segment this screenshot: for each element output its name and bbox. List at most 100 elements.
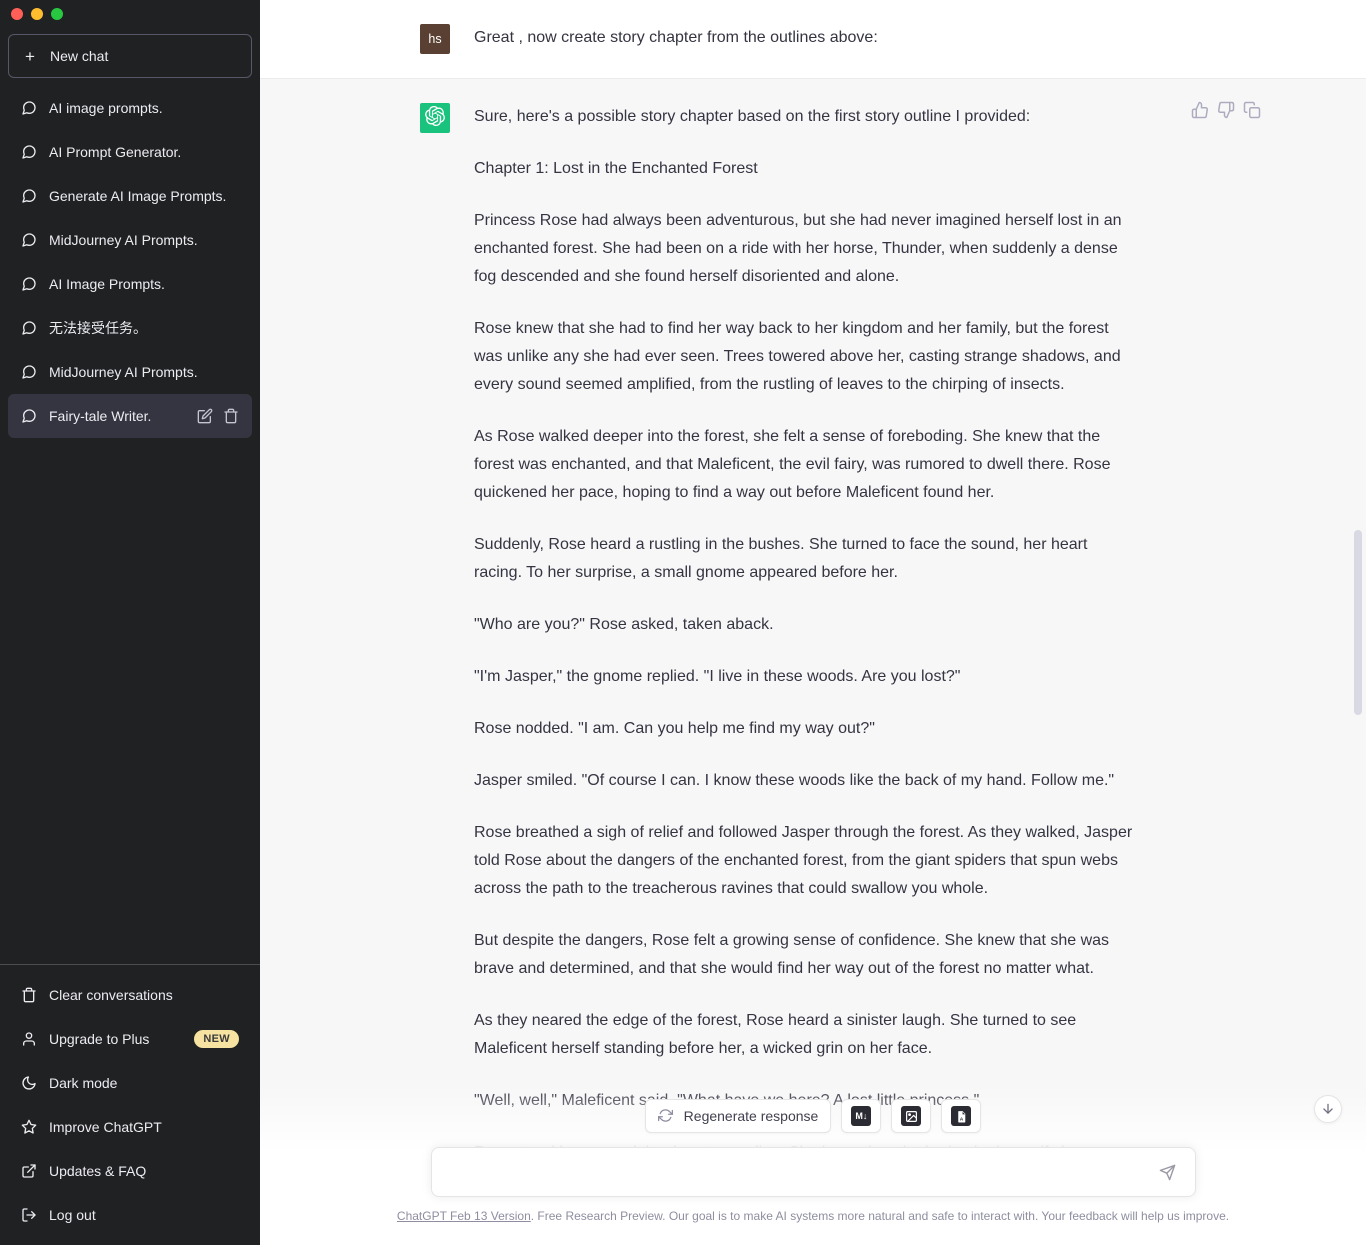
sidebar-footer: Clear conversations Upgrade to Plus NEW … (0, 964, 260, 1245)
trash-icon (21, 987, 37, 1003)
improve-chatgpt-label: Improve ChatGPT (49, 1119, 162, 1135)
trash-icon[interactable] (223, 408, 239, 424)
minimize-window-button[interactable] (31, 8, 43, 20)
avatar (420, 103, 450, 133)
sidebar-item-ai-image-prompts-2[interactable]: AI Image Prompts. (8, 262, 252, 306)
moon-icon (21, 1075, 37, 1091)
assistant-paragraph: But despite the dangers, Rose felt a gro… (474, 932, 1110, 977)
message-icon (21, 188, 37, 204)
plus-icon: + (25, 46, 35, 66)
scroll-to-bottom-button[interactable] (1314, 1095, 1342, 1123)
thumbs-down-icon[interactable] (1217, 101, 1235, 119)
conversation-label: AI image prompts. (49, 100, 163, 116)
assistant-paragraph: Sure, here's a possible story chapter ba… (474, 108, 1031, 125)
user-icon (21, 1031, 37, 1047)
composer-box[interactable] (430, 1147, 1196, 1197)
assistant-message-row: Sure, here's a possible story chapter ba… (260, 78, 1366, 1192)
new-badge: NEW (194, 1030, 239, 1048)
star-icon (21, 1119, 37, 1135)
sidebar-item-midjourney-ai-prompts-2[interactable]: MidJourney AI Prompts. (8, 350, 252, 394)
sidebar-item-cannot-accept-task[interactable]: 无法接受任务。 (8, 306, 252, 350)
conversation-actions (197, 408, 239, 424)
image-icon (901, 1106, 922, 1126)
version-link[interactable]: ChatGPT Feb 13 Version (397, 1209, 531, 1223)
message-icon (21, 276, 37, 292)
markdown-glyph: M↓ (855, 1111, 868, 1121)
external-link-icon (21, 1163, 37, 1179)
export-image-button[interactable] (891, 1099, 932, 1133)
updates-and-faq-button[interactable]: Updates & FAQ (8, 1149, 252, 1193)
export-markdown-button[interactable]: M↓ (841, 1099, 882, 1133)
sidebar-item-generate-ai-image-prompts[interactable]: Generate AI Image Prompts. (8, 174, 252, 218)
dark-mode-button[interactable]: Dark mode (8, 1061, 252, 1105)
assistant-paragraph: Suddenly, Rose heard a rustling in the b… (474, 536, 1088, 581)
app-window: + New chat AI image prompts. AI Prompt G… (0, 0, 1366, 1245)
new-chat-button[interactable]: + New chat (8, 34, 252, 78)
footer-note: ChatGPT Feb 13 Version. Free Research Pr… (260, 1209, 1366, 1223)
message-icon (21, 232, 37, 248)
assistant-paragraph: As they neared the edge of the forest, R… (474, 1012, 1077, 1057)
conversation-label: MidJourney AI Prompts. (49, 232, 198, 248)
assistant-paragraph: Princess Rose had always been adventurou… (474, 212, 1122, 285)
edit-icon[interactable] (197, 408, 213, 424)
assistant-paragraph: "I'm Jasper," the gnome replied. "I live… (474, 668, 961, 685)
upgrade-to-plus-button[interactable]: Upgrade to Plus NEW (8, 1017, 252, 1061)
sidebar-item-ai-prompt-generator[interactable]: AI Prompt Generator. (8, 130, 252, 174)
main-panel: hs Great , now create story chapter from… (260, 0, 1366, 1245)
new-chat-label: New chat (50, 48, 109, 64)
send-icon[interactable] (1155, 1159, 1181, 1185)
conversation-list: AI image prompts. AI Prompt Generator. G… (0, 86, 260, 964)
zoom-window-button[interactable] (51, 8, 63, 20)
sidebar-item-ai-image-prompts[interactable]: AI image prompts. (8, 86, 252, 130)
bottom-area: Regenerate response M↓ A ChatGPT Feb 13 … (260, 1085, 1366, 1245)
assistant-paragraph: Rose nodded. "I am. Can you help me find… (474, 720, 875, 737)
svg-text:A: A (960, 1116, 964, 1122)
copy-icon[interactable] (1243, 101, 1261, 119)
thumbs-up-icon[interactable] (1191, 101, 1209, 119)
window-titlebar (0, 0, 260, 28)
response-toolbar: Regenerate response M↓ A (260, 1099, 1366, 1133)
assistant-paragraph: As Rose walked deeper into the forest, s… (474, 428, 1111, 501)
footer-text: . Free Research Preview. Our goal is to … (530, 1209, 1230, 1223)
markdown-icon: M↓ (851, 1106, 872, 1126)
assistant-paragraph: "Who are you?" Rose asked, taken aback. (474, 616, 774, 633)
arrow-down-icon (1323, 1103, 1333, 1114)
upgrade-to-plus-label: Upgrade to Plus (49, 1031, 150, 1047)
logout-icon (21, 1207, 37, 1223)
chat-input[interactable] (445, 1163, 1155, 1181)
message-icon (21, 364, 37, 380)
log-out-button[interactable]: Log out (8, 1193, 252, 1237)
conversation-label: 无法接受任务。 (49, 320, 147, 336)
conversation-label: Fairy-tale Writer. (49, 408, 152, 424)
message-icon (21, 408, 37, 424)
conversation-label: AI Prompt Generator. (49, 144, 182, 160)
export-pdf-button[interactable]: A (941, 1099, 982, 1133)
message-actions (1191, 101, 1261, 119)
user-message-text: Great , now create story chapter from th… (474, 29, 878, 46)
log-out-label: Log out (49, 1207, 96, 1223)
sidebar-item-midjourney-ai-prompts-1[interactable]: MidJourney AI Prompts. (8, 218, 252, 262)
sidebar-item-fairy-tale-writer[interactable]: Fairy-tale Writer. (8, 394, 252, 438)
openai-logo-icon (425, 105, 445, 131)
updates-and-faq-label: Updates & FAQ (49, 1163, 147, 1179)
assistant-message-text: Sure, here's a possible story chapter ba… (474, 103, 1134, 1167)
message-icon (21, 144, 37, 160)
refresh-icon (657, 1108, 674, 1124)
scrollbar-thumb[interactable] (1354, 530, 1362, 715)
clear-conversations-label: Clear conversations (49, 987, 173, 1003)
pdf-icon: A (951, 1106, 972, 1126)
assistant-paragraph: Rose breathed a sigh of relief and follo… (474, 824, 1133, 897)
message-icon (21, 320, 37, 336)
close-window-button[interactable] (11, 8, 23, 20)
sidebar: + New chat AI image prompts. AI Prompt G… (0, 0, 260, 1245)
improve-chatgpt-button[interactable]: Improve ChatGPT (8, 1105, 252, 1149)
clear-conversations-button[interactable]: Clear conversations (8, 973, 252, 1017)
composer (260, 1147, 1366, 1197)
regenerate-response-label: Regenerate response (683, 1108, 819, 1124)
avatar: hs (420, 24, 450, 54)
message-thread: hs Great , now create story chapter from… (260, 0, 1366, 1245)
regenerate-response-button[interactable]: Regenerate response (644, 1099, 832, 1133)
avatar-initials: hs (428, 32, 442, 46)
user-message-row: hs Great , now create story chapter from… (260, 0, 1366, 78)
assistant-paragraph: Jasper smiled. "Of course I can. I know … (474, 772, 1115, 789)
